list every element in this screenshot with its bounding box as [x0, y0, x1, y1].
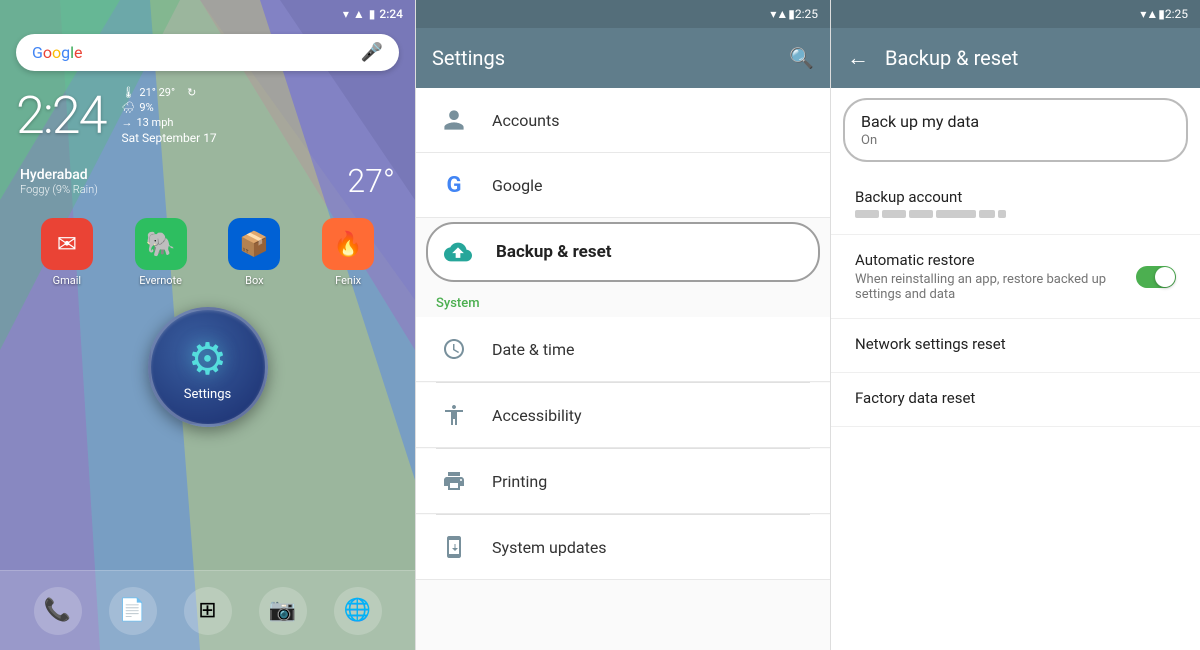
dock-phone[interactable]: 📞 [34, 587, 82, 635]
backup-my-data-title: Back up my data [861, 112, 1170, 131]
settings-item-accessibility[interactable]: Accessibility [416, 383, 830, 448]
accounts-icon [436, 102, 472, 138]
backup-account-value [855, 210, 1176, 218]
accessibility-label: Accessibility [492, 406, 582, 425]
battery-icon: ▮ [369, 7, 376, 21]
battery-icon-backup: ▮ [1158, 7, 1165, 21]
backup-header: ← Backup & reset [831, 28, 1200, 88]
settings-app-icon[interactable]: ⚙ Settings [148, 307, 268, 427]
refresh-icon: ↻ [187, 86, 196, 99]
settings-header: Settings 🔍 [416, 28, 830, 88]
system-updates-icon [436, 529, 472, 565]
backup-status-bar: ▾ ▲ ▮ 2:25 [831, 0, 1200, 28]
app-evernote[interactable]: 🐘 Evernote [135, 218, 187, 287]
temp-range: 21° 29° [139, 86, 175, 99]
toggle-knob [1155, 267, 1175, 287]
dock-apps[interactable]: ⊞ [184, 587, 232, 635]
bottom-dock: 📞 📄 ⊞ 📷 🌐 [0, 570, 415, 650]
network-settings-reset-item[interactable]: Network settings reset [831, 319, 1200, 373]
app-box[interactable]: 📦 Box [228, 218, 280, 287]
settings-fab-area: ⚙ Settings [0, 307, 415, 427]
datetime-label: Date & time [492, 340, 574, 359]
rain-pct: 9% [139, 101, 153, 114]
gmail-label: Gmail [53, 274, 81, 287]
backup-panel: ▾ ▲ ▮ 2:25 ← Backup & reset Back up my d… [830, 0, 1200, 650]
google-logo: Google [32, 43, 83, 62]
backup-my-data-subtitle: On [861, 133, 1170, 148]
search-icon[interactable]: 🔍 [789, 46, 814, 70]
factory-data-reset-item[interactable]: Factory data reset [831, 373, 1200, 427]
fenix-label: Fenix [335, 274, 361, 287]
printing-icon [436, 463, 472, 499]
city-name: Hyderabad [20, 167, 98, 183]
status-bar-home: ▾ ▲ ▮ 2:24 [0, 0, 415, 28]
factory-data-reset-title: Factory data reset [855, 389, 1176, 407]
settings-item-datetime[interactable]: Date & time [416, 317, 830, 382]
home-screen: ▾ ▲ ▮ 2:24 Google 🎤 2:24 🌡 21° 29° ↻ [0, 0, 415, 650]
time-settings: 2:25 [795, 7, 818, 21]
settings-item-google[interactable]: G Google [416, 153, 830, 218]
app-row: ✉ Gmail 🐘 Evernote 📦 Box 🔥 Fenix [0, 208, 415, 297]
city-condition: Foggy (9% Rain) [20, 183, 98, 196]
backup-account-title: Backup account [855, 188, 1176, 206]
accessibility-icon [436, 397, 472, 433]
wind-icon: → [121, 116, 132, 129]
wifi-icon: ▾ [343, 7, 349, 21]
signal-icon: ▲ [353, 7, 365, 21]
automatic-restore-title: Automatic restore [855, 251, 1124, 269]
city-temp: 27° [347, 162, 395, 200]
settings-item-backup[interactable]: Backup & reset [426, 222, 820, 282]
app-gmail[interactable]: ✉ Gmail [41, 218, 93, 287]
back-button[interactable]: ← [847, 45, 869, 71]
settings-item-printing[interactable]: Printing [416, 449, 830, 514]
dock-camera[interactable]: 📷 [259, 587, 307, 635]
settings-app-label: Settings [184, 387, 231, 402]
settings-list: Accounts G Google Backup & reset System … [416, 88, 830, 650]
backup-content: Back up my data On Backup account Automa… [831, 88, 1200, 650]
date-display: Sat September 17 [121, 131, 216, 145]
dock-notes[interactable]: 📄 [109, 587, 157, 635]
automatic-restore-subtitle: When reinstalling an app, restore backed… [855, 272, 1124, 302]
backup-my-data-item[interactable]: Back up my data On [843, 98, 1188, 162]
gear-icon: ⚙ [188, 333, 227, 385]
box-label: Box [245, 274, 263, 287]
network-settings-reset-title: Network settings reset [855, 335, 1176, 353]
google-label: Google [492, 176, 543, 195]
battery-icon-settings: ▮ [788, 7, 795, 21]
signal-icon-settings: ▲ [776, 7, 788, 21]
backup-account-item[interactable]: Backup account [831, 172, 1200, 235]
settings-header-title: Settings [432, 46, 505, 70]
evernote-label: Evernote [139, 274, 182, 287]
automatic-restore-toggle[interactable] [1136, 266, 1176, 288]
datetime-icon [436, 331, 472, 367]
settings-item-accounts[interactable]: Accounts [416, 88, 830, 153]
settings-status-bar: ▾ ▲ ▮ 2:25 [416, 0, 830, 28]
google-icon: G [436, 167, 472, 203]
signal-icon-backup: ▲ [1146, 7, 1158, 21]
mic-icon[interactable]: 🎤 [361, 42, 383, 63]
system-section-header: System [416, 286, 830, 317]
google-search-bar[interactable]: Google 🎤 [16, 34, 399, 71]
clock-display: 2:24 [16, 85, 105, 146]
weather-widget: 2:24 🌡 21° 29° ↻ 🌧 9% → 13 mph Sat Septe… [0, 77, 415, 154]
wind-speed: 13 mph [136, 116, 173, 129]
accounts-label: Accounts [492, 111, 559, 130]
system-updates-label: System updates [492, 538, 607, 557]
thermometer-icon: 🌡 [121, 86, 135, 99]
rain-icon: 🌧 [121, 101, 135, 114]
settings-panel: ▾ ▲ ▮ 2:25 Settings 🔍 Accounts G Google … [415, 0, 830, 650]
time-home: 2:24 [379, 7, 403, 21]
printing-label: Printing [492, 472, 547, 491]
settings-item-system-updates[interactable]: System updates [416, 515, 830, 580]
automatic-restore-item[interactable]: Automatic restore When reinstalling an a… [831, 235, 1200, 319]
app-fenix[interactable]: 🔥 Fenix [322, 218, 374, 287]
backup-icon [440, 234, 476, 270]
backup-header-title: Backup & reset [885, 46, 1018, 70]
city-weather: Hyderabad Foggy (9% Rain) 27° [0, 154, 415, 208]
dock-chrome[interactable]: 🌐 [334, 587, 382, 635]
backup-label: Backup & reset [496, 242, 612, 262]
time-backup: 2:25 [1165, 7, 1188, 21]
